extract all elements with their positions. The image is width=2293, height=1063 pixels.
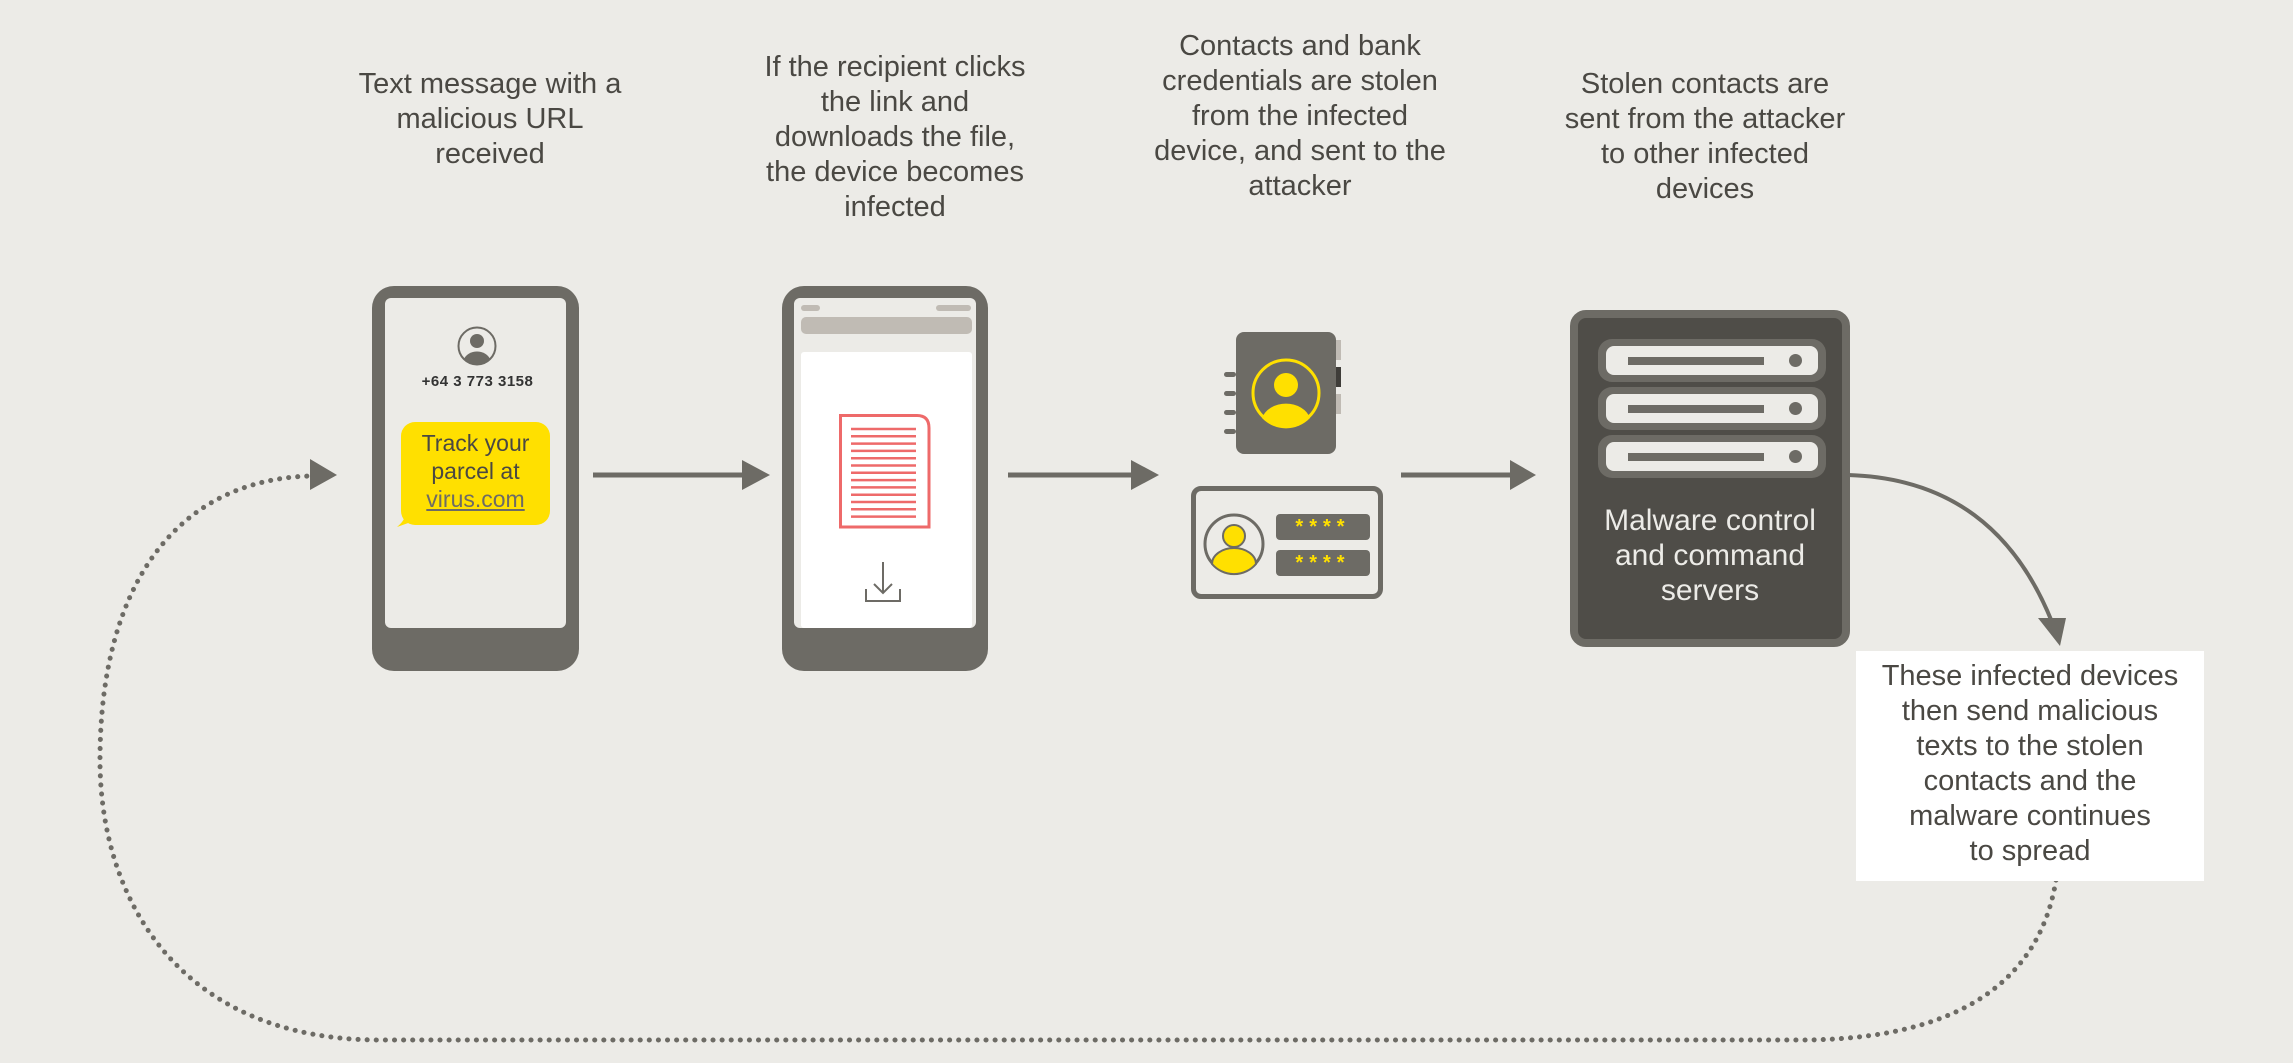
step-4-caption: Stolen contacts are sent from the attack… — [1564, 68, 1846, 205]
bubble-tail-icon — [397, 510, 411, 527]
arrow-right-icon — [1401, 460, 1536, 490]
server-rack-icon — [1598, 387, 1826, 430]
address-bar[interactable] — [801, 317, 972, 334]
outcome-text-box: These infected devices then send malicio… — [1856, 651, 2204, 881]
server-label: Malware control and command servers — [1604, 504, 1816, 607]
status-bar-left — [801, 305, 820, 311]
message-line-2: parcel at — [431, 458, 520, 484]
step-3-caption: Contacts and bank credentials are stolen… — [1154, 30, 1446, 202]
server-rack-icon — [1598, 339, 1826, 382]
message-line-1: Track your — [421, 430, 530, 456]
curved-arrow-down-icon — [1847, 473, 2066, 646]
user-avatar-icon — [1203, 513, 1265, 576]
arrow-right-icon — [1008, 460, 1159, 490]
user-avatar-icon — [457, 326, 497, 366]
server-rack-icon — [1598, 435, 1826, 478]
password-mask-1: **** — [1276, 514, 1370, 540]
credentials-card-icon: **** **** — [1191, 486, 1383, 599]
password-mask-2: **** — [1276, 550, 1370, 576]
document-icon — [839, 414, 931, 529]
step-2-caption: If the recipient clicks the link and dow… — [764, 51, 1026, 223]
step-1-caption: Text message with a malicious URL receiv… — [358, 68, 622, 170]
address-book-icon — [1224, 332, 1341, 454]
sms-message-bubble: Track your parcel at virus.com — [401, 422, 550, 525]
command-control-server: Malware control and command servers — [1570, 310, 1850, 647]
sender-number: +64 3 773 3158 — [421, 373, 534, 390]
malicious-link[interactable]: virus.com — [401, 485, 550, 513]
download-icon[interactable] — [865, 560, 901, 604]
status-bar-right — [936, 305, 971, 311]
arrow-right-icon — [593, 460, 770, 490]
